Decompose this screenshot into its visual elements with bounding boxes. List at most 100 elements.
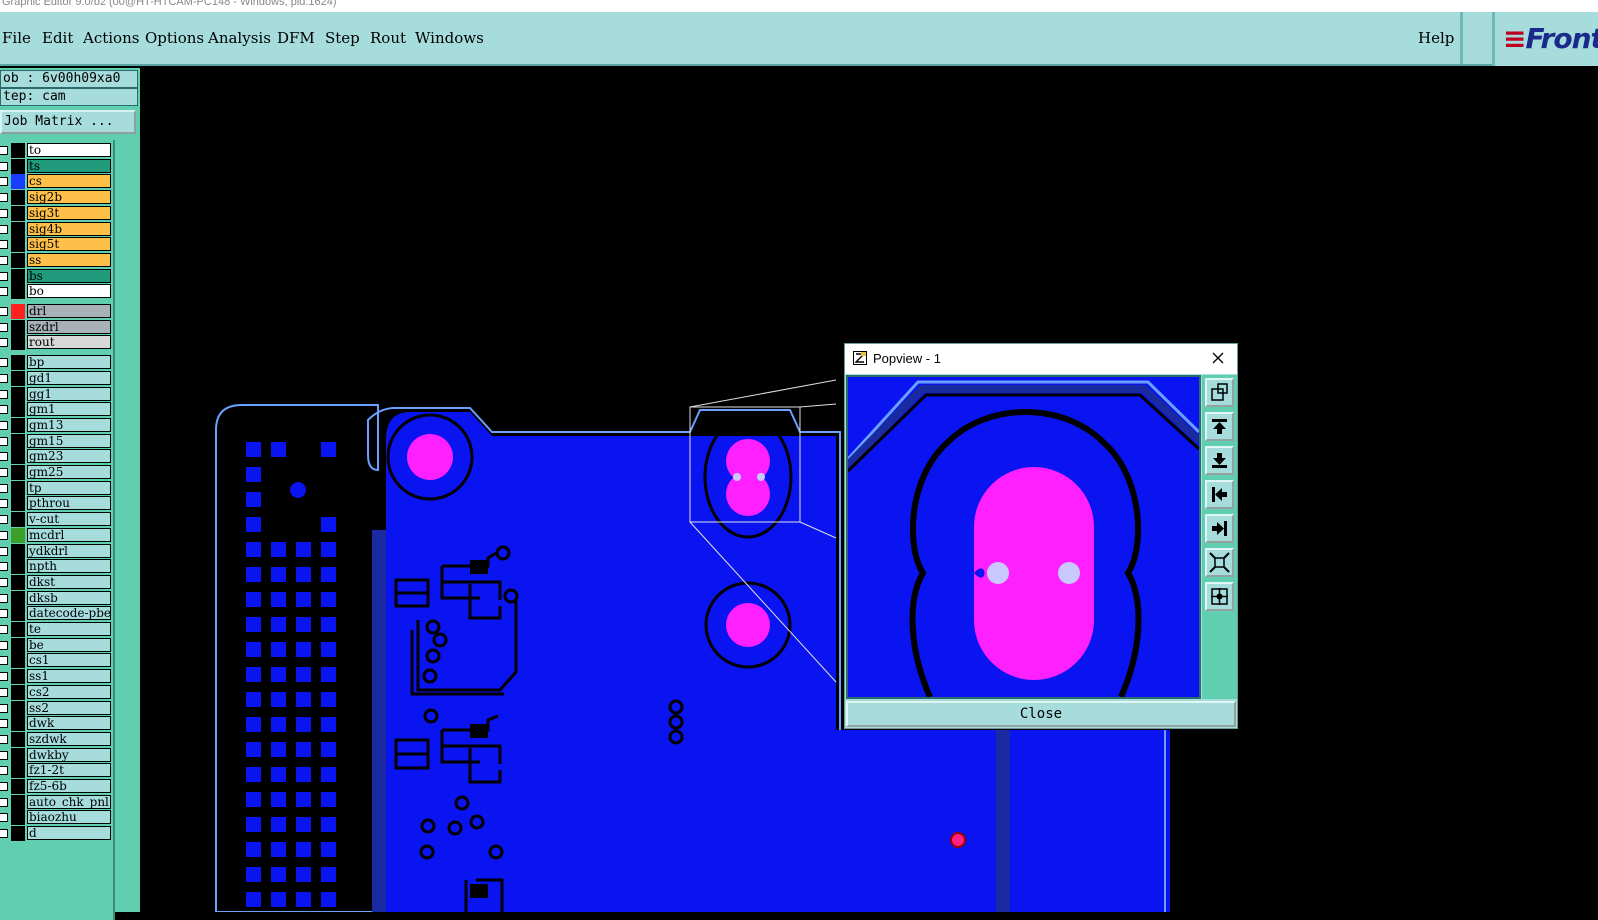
layer-checkbox[interactable] (0, 687, 8, 697)
layer-name[interactable]: gm15 (27, 433, 111, 448)
layer-color-swatch[interactable] (11, 386, 25, 402)
layer-row-gm15[interactable]: gm15 (0, 433, 112, 449)
layer-color-swatch[interactable] (11, 779, 25, 794)
layer-checkbox[interactable] (0, 146, 8, 155)
layer-name[interactable]: dwkby (27, 747, 111, 762)
layer-row-gg1[interactable]: gg1 (0, 386, 112, 402)
layer-row-v-cut[interactable]: v-cut (0, 512, 112, 528)
layer-name[interactable]: szdwk (27, 731, 111, 746)
layer-checkbox[interactable] (0, 577, 8, 587)
layer-row-fz1-2t[interactable]: fz1-2t (0, 763, 112, 779)
layer-checkbox[interactable] (0, 829, 8, 839)
layer-color-swatch[interactable] (11, 370, 25, 386)
layer-row-sig3t[interactable]: sig3t (0, 205, 112, 221)
layer-name[interactable]: dkst (27, 574, 111, 589)
menu-windows[interactable]: Windows (415, 29, 484, 47)
layer-checkbox[interactable] (0, 373, 8, 383)
layer-name[interactable]: dksb (27, 590, 111, 605)
layer-row-ss[interactable]: ss (0, 252, 112, 268)
layer-name[interactable]: cs1 (27, 653, 111, 668)
layer-name[interactable]: te (27, 622, 111, 636)
layer-checkbox[interactable] (0, 766, 8, 776)
layer-color-swatch[interactable] (11, 637, 25, 653)
close-icon[interactable] (1209, 349, 1227, 367)
layer-name[interactable]: gg1 (27, 386, 111, 401)
layer-name[interactable]: fz1-2t (27, 763, 111, 778)
layer-name[interactable]: datecode-pbe (27, 606, 111, 621)
layer-checkbox[interactable] (0, 797, 8, 807)
layer-row-ts[interactable]: ts (0, 158, 112, 174)
layer-row-gm23[interactable]: gm23 (0, 449, 112, 465)
layer-checkbox[interactable] (0, 208, 8, 218)
layer-color-swatch[interactable] (11, 826, 25, 842)
layer-name[interactable]: be (27, 637, 111, 652)
layer-name[interactable]: gm23 (27, 449, 111, 464)
layer-name[interactable]: gm25 (27, 465, 111, 479)
layer-color-swatch[interactable] (11, 237, 25, 253)
layer-name[interactable]: gm1 (27, 402, 111, 417)
layer-color-swatch[interactable] (11, 402, 25, 418)
layer-row-bs[interactable]: bs (0, 268, 112, 284)
layer-name[interactable]: bs (27, 268, 111, 283)
pan-up-icon[interactable] (1205, 412, 1234, 441)
layer-color-swatch[interactable] (11, 669, 25, 685)
layer-color-swatch[interactable] (11, 496, 25, 512)
menu-help[interactable]: Help (1418, 29, 1454, 47)
menu-step[interactable]: Step (325, 29, 360, 47)
layer-row-bo[interactable]: bo (0, 284, 112, 300)
layer-color-swatch[interactable] (11, 417, 25, 433)
layer-color-swatch[interactable] (11, 433, 25, 449)
layer-row-fz5-6b[interactable]: fz5-6b (0, 779, 112, 794)
layer-name[interactable]: sig2b (27, 190, 111, 205)
layer-color-swatch[interactable] (11, 221, 25, 237)
layer-color-swatch[interactable] (11, 622, 25, 637)
layer-color-swatch[interactable] (11, 319, 25, 335)
layer-checkbox[interactable] (0, 782, 8, 791)
layer-row-pthrou[interactable]: pthrou (0, 496, 112, 512)
layer-checkbox[interactable] (0, 405, 8, 415)
layer-name[interactable]: auto_chk_pnl (27, 794, 111, 809)
layer-color-swatch[interactable] (11, 449, 25, 465)
layer-row-sig4b[interactable]: sig4b (0, 221, 112, 237)
layer-checkbox[interactable] (0, 358, 8, 368)
layer-row-d[interactable]: d (0, 826, 112, 842)
layer-checkbox[interactable] (0, 734, 8, 744)
layer-checkbox[interactable] (0, 338, 8, 348)
layer-row-drl[interactable]: drl (0, 304, 112, 319)
menu-analysis[interactable]: Analysis (208, 29, 271, 47)
layer-name[interactable]: tp (27, 480, 111, 495)
layer-color-swatch[interactable] (11, 158, 25, 174)
layer-name[interactable]: ts (27, 158, 111, 173)
layer-row-gm1[interactable]: gm1 (0, 402, 112, 418)
layer-checkbox[interactable] (0, 672, 8, 682)
layer-checkbox[interactable] (0, 240, 8, 250)
layer-checkbox[interactable] (0, 322, 8, 332)
layer-color-swatch[interactable] (11, 190, 25, 206)
layer-row-sig2b[interactable]: sig2b (0, 190, 112, 206)
layer-color-swatch[interactable] (11, 174, 25, 190)
layer-name[interactable]: ss (27, 252, 111, 267)
layer-row-ss2[interactable]: ss2 (0, 700, 112, 716)
layer-row-cs[interactable]: cs (0, 174, 112, 190)
zoom-in-icon[interactable] (1205, 582, 1234, 611)
layer-row-rout[interactable]: rout (0, 335, 112, 351)
layer-name[interactable]: drl (27, 304, 111, 318)
layer-color-swatch[interactable] (11, 810, 25, 826)
layer-color-swatch[interactable] (11, 606, 25, 622)
layer-row-gm25[interactable]: gm25 (0, 465, 112, 480)
job-matrix-button[interactable]: Job Matrix ... (0, 110, 136, 134)
layer-checkbox[interactable] (0, 546, 8, 556)
layer-checkbox[interactable] (0, 436, 8, 446)
layer-checkbox[interactable] (0, 483, 8, 493)
layer-checkbox[interactable] (0, 161, 8, 171)
layer-name[interactable]: ydkdrl (27, 543, 111, 558)
layer-checkbox[interactable] (0, 307, 8, 316)
layer-color-swatch[interactable] (11, 335, 25, 351)
layer-checkbox[interactable] (0, 452, 8, 462)
layer-name[interactable]: szdrl (27, 319, 111, 334)
layer-checkbox[interactable] (0, 813, 8, 823)
menu-dfm[interactable]: DFM (277, 29, 315, 47)
layer-checkbox[interactable] (0, 224, 8, 234)
layer-name[interactable]: sig3t (27, 205, 111, 220)
layer-checkbox[interactable] (0, 193, 8, 203)
